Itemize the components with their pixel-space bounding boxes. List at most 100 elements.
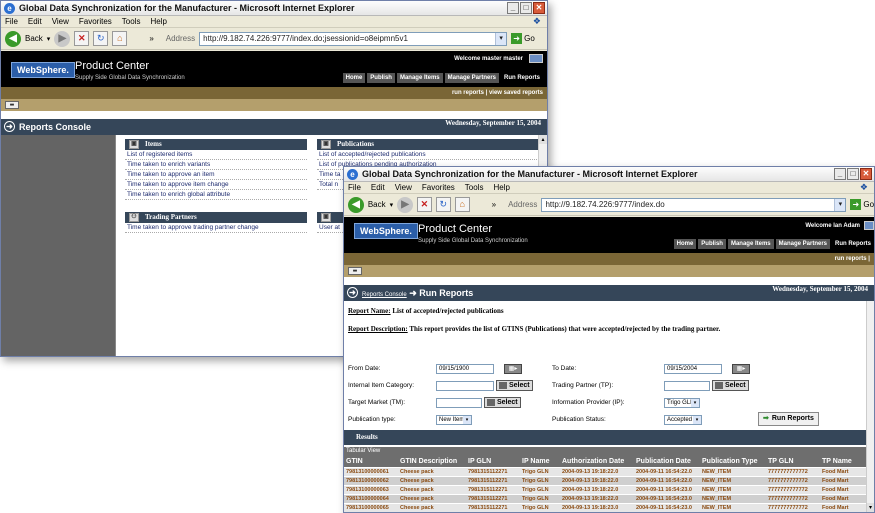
back-dropdown-icon[interactable]: ▾ [47, 35, 51, 43]
maximize-icon[interactable]: □ [520, 2, 532, 14]
toolbox-icon[interactable]: ▬ [5, 101, 19, 109]
sub-nav-links[interactable]: run reports | view saved reports [452, 90, 543, 96]
col-header[interactable]: Authorization Date [562, 456, 636, 467]
scroll-down-icon[interactable]: ▾ [867, 503, 874, 512]
menu-favorites[interactable]: Favorites [79, 17, 112, 26]
maximize-icon[interactable]: □ [847, 168, 859, 180]
forward-arrow-icon[interactable]: ▶ [397, 196, 413, 213]
back-label[interactable]: Back [368, 200, 386, 209]
nav-home[interactable]: Home [673, 239, 697, 249]
toolbox-icon[interactable]: ▬ [348, 267, 362, 275]
report-link[interactable]: Time taken to enrich variants [125, 160, 307, 170]
table-cell: Food Mart [822, 496, 849, 502]
run-reports-button[interactable]: ➡ Run Reports [758, 412, 819, 426]
menu-tools[interactable]: Tools [122, 17, 141, 26]
calendar-icon[interactable]: ▦▸ [504, 364, 522, 374]
address-bar[interactable]: http://9.182.74.226:9777/index.do ▾ [541, 197, 847, 212]
nav-manage-items[interactable]: Manage Items [396, 73, 443, 83]
nav-manage-items[interactable]: Manage Items [727, 239, 774, 249]
forward-arrow-icon[interactable]: ▶ [54, 30, 71, 47]
trading-partner-input[interactable] [664, 381, 710, 391]
close-icon[interactable]: ✕ [860, 168, 872, 180]
menu-edit[interactable]: Edit [28, 17, 42, 26]
table-cell: 79813100000065 [346, 505, 389, 511]
refresh-icon[interactable]: ↻ [435, 197, 451, 212]
nav-publish[interactable]: Publish [698, 239, 726, 249]
report-link[interactable]: List of registered items [125, 150, 307, 160]
nav-run-reports[interactable]: Run Reports [832, 239, 874, 249]
menu-help[interactable]: Help [150, 17, 166, 26]
menu-edit[interactable]: Edit [371, 183, 385, 192]
back-label[interactable]: Back [25, 34, 43, 43]
menu-file[interactable]: File [5, 17, 18, 26]
select-button[interactable]: Select [484, 397, 521, 408]
close-icon[interactable]: ✕ [533, 2, 545, 14]
target-market-input[interactable] [436, 398, 482, 408]
report-link[interactable]: Time taken to approve trading partner ch… [125, 223, 307, 233]
nav-manage-partners[interactable]: Manage Partners [444, 73, 499, 83]
go-button[interactable]: ➜ Go [511, 33, 535, 44]
table-row[interactable]: 79813100000064 Cheese pack 7981315112271 Tr… [344, 495, 866, 504]
col-header[interactable]: Publication Date [636, 456, 702, 467]
back-dropdown-icon[interactable]: ▾ [390, 201, 394, 209]
col-header[interactable]: TP GLN [768, 456, 822, 467]
menu-favorites[interactable]: Favorites [422, 183, 455, 192]
sub-nav-links[interactable]: run reports | [835, 256, 870, 262]
back-arrow-icon[interactable]: ◀ [348, 196, 364, 213]
toolbar-overflow-icon[interactable]: » [492, 200, 496, 209]
nav-home[interactable]: Home [342, 73, 366, 83]
vertical-scrollbar[interactable]: ▾ [866, 301, 874, 512]
minimize-icon[interactable]: _ [507, 2, 519, 14]
address-dropdown-icon[interactable]: ▾ [834, 198, 846, 211]
breadcrumb-link[interactable]: Reports Console [362, 292, 407, 298]
report-link[interactable]: Time taken to approve an item [125, 170, 307, 180]
col-header[interactable]: Publication Type [702, 456, 768, 467]
back-arrow-icon[interactable]: ◀ [5, 30, 21, 47]
product-subtitle: Supply Side Global Data Synchronization [418, 238, 528, 244]
stop-icon[interactable]: ✕ [417, 197, 432, 212]
col-header[interactable]: TP Name [822, 456, 866, 467]
scroll-up-icon[interactable]: ▴ [539, 135, 547, 144]
col-header[interactable]: IP GLN [468, 456, 522, 467]
pub-type-select[interactable]: New Item ▾ [436, 415, 472, 425]
select-button[interactable]: Select [496, 380, 533, 391]
internal-category-input[interactable] [436, 381, 494, 391]
go-button[interactable]: ➜ Go [850, 199, 874, 210]
col-header[interactable]: IP Name [522, 456, 562, 467]
calendar-icon[interactable]: ▦▸ [732, 364, 750, 374]
window-title-bar[interactable]: e Global Data Synchronization for the Ma… [1, 1, 547, 16]
select-button[interactable]: Select [712, 380, 749, 391]
table-row[interactable]: 79813100000063 Cheese pack 7981315112271 Tr… [344, 486, 866, 495]
menu-view[interactable]: View [52, 17, 69, 26]
menu-file[interactable]: File [348, 183, 361, 192]
toolbar-overflow-icon[interactable]: » [149, 34, 153, 43]
report-link[interactable]: List of accepted/rejected publications [317, 150, 543, 160]
window-title-bar[interactable]: e Global Data Synchronization for the Ma… [344, 167, 874, 182]
report-link[interactable]: Time taken to enrich global attribute [125, 190, 307, 200]
from-date-input[interactable]: 09/15/1900 [436, 364, 494, 374]
home-icon[interactable]: ⌂ [454, 197, 470, 212]
nav-manage-partners[interactable]: Manage Partners [775, 239, 830, 249]
menu-tools[interactable]: Tools [465, 183, 484, 192]
table-row[interactable]: 79813100000065 Cheese pack 7981315112271 Tr… [344, 504, 866, 512]
address-dropdown-icon[interactable]: ▾ [495, 32, 507, 45]
pub-status-select[interactable]: Accepted ▾ [664, 415, 702, 425]
nav-publish[interactable]: Publish [367, 73, 395, 83]
table-row[interactable]: 79813100000062 Cheese pack 7981315112271 Tr… [344, 477, 866, 486]
info-provider-select[interactable]: Trigo GLN ▾ [664, 398, 700, 408]
table-row[interactable]: 79813100000061 Cheese pack 7981315112271 Tr… [344, 468, 866, 477]
report-link[interactable]: Time taken to approve item change [125, 180, 307, 190]
stop-icon[interactable]: ✕ [74, 31, 90, 46]
col-header[interactable]: GTIN [344, 456, 400, 467]
home-icon[interactable]: ⌂ [112, 31, 128, 46]
items-icon: ▣ [129, 140, 139, 149]
address-bar[interactable]: http://9.182.74.226:9777/index.do;jsessi… [199, 31, 508, 46]
menu-view[interactable]: View [395, 183, 412, 192]
refresh-icon[interactable]: ↻ [93, 31, 109, 46]
top-nav: Home Publish Manage Items Manage Partner… [673, 239, 874, 249]
minimize-icon[interactable]: _ [834, 168, 846, 180]
menu-help[interactable]: Help [493, 183, 509, 192]
col-header[interactable]: GTIN Description [400, 456, 468, 467]
to-date-input[interactable]: 09/15/2004 [664, 364, 722, 374]
nav-run-reports[interactable]: Run Reports [501, 73, 543, 83]
